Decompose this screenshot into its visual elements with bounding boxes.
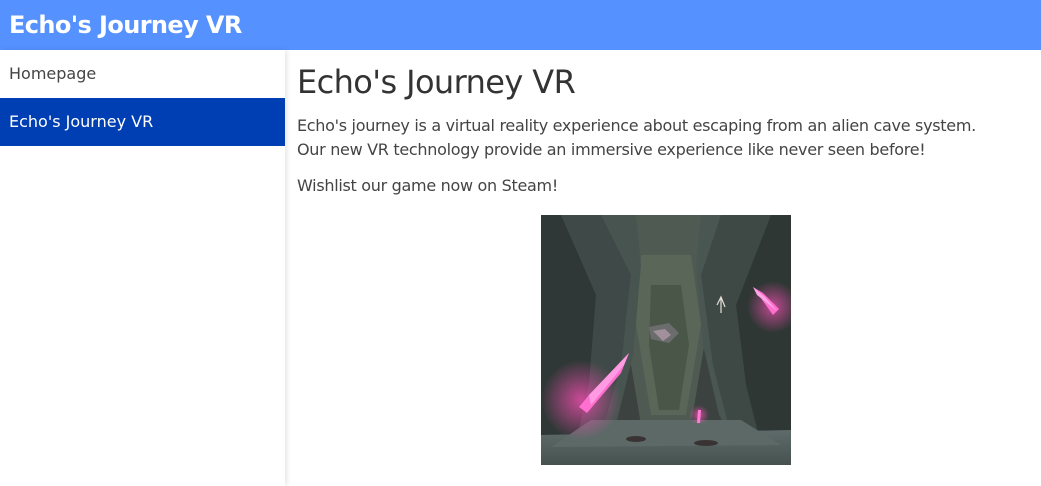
sidebar: Homepage Echo's Journey VR: [0, 50, 285, 486]
wishlist-text: Wishlist our game now on Steam!: [297, 176, 558, 195]
description-line-1: Echo's journey is a virtual reality expe…: [297, 116, 976, 135]
cave-scene-illustration: [541, 215, 791, 465]
description-paragraph: Echo's journey is a virtual reality expe…: [297, 114, 1032, 162]
game-screenshot-image: [541, 215, 791, 465]
sidebar-item-homepage[interactable]: Homepage: [0, 50, 285, 98]
sidebar-item-echos-journey-vr[interactable]: Echo's Journey VR: [0, 98, 285, 146]
main-content: Echo's Journey VR Echo's journey is a vi…: [297, 50, 1032, 486]
top-bar: Echo's Journey VR: [0, 0, 1041, 50]
page-title: Echo's Journey VR: [297, 63, 576, 101]
description-line-2: Our new VR technology provide an immersi…: [297, 140, 926, 159]
site-title[interactable]: Echo's Journey VR: [9, 11, 242, 39]
